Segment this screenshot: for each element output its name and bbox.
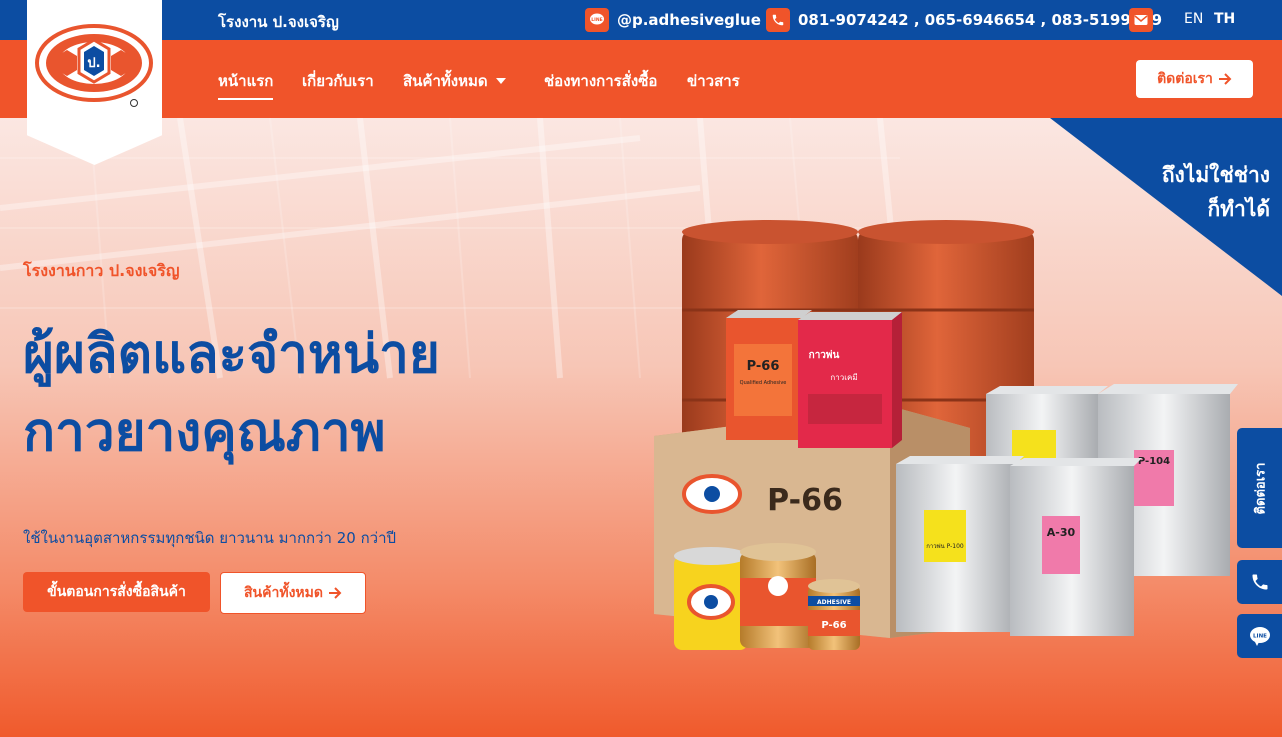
nav-order-channels[interactable]: ช่องทางการสั่งซื้อ <box>544 69 657 93</box>
lang-en[interactable]: EN <box>1184 11 1203 27</box>
svg-text:A-30: A-30 <box>1047 526 1076 539</box>
svg-text:กาวพ่น: กาวพ่น <box>809 349 840 361</box>
main-nav: หน้าแรก เกี่ยวกับเรา สินค้าทั้งหมด ช่องท… <box>0 40 1282 118</box>
svg-text:ADHESIVE: ADHESIVE <box>817 599 851 606</box>
hero-section: ถึงไม่ใช่ช่าง ก็ทำได้ โรงงานกาว ป.จงเจริ… <box>0 118 1282 737</box>
svg-text:กาวเคมี: กาวเคมี <box>830 373 857 382</box>
all-products-button[interactable]: สินค้าทั้งหมด <box>220 572 366 614</box>
svg-text:P-66: P-66 <box>767 483 843 518</box>
contact-us-button[interactable]: ติดต่อเรา <box>1136 60 1253 98</box>
can-gold <box>740 543 816 648</box>
phone-contact[interactable]: 081-9074242 , 065-6946654 , 083-5199559 <box>766 8 1162 32</box>
hero-headline: ผู้ผลิตและจำหน่าย กาวยางคุณภาพ <box>23 324 440 463</box>
nav-home[interactable]: หน้าแรก <box>218 69 274 100</box>
chevron-down-icon <box>495 78 506 84</box>
svg-text:P-104: P-104 <box>1138 456 1170 467</box>
logo[interactable]: ป. <box>27 0 162 165</box>
arrow-right-icon <box>1218 73 1232 85</box>
line-id[interactable]: @p.adhesiveglue <box>617 11 761 29</box>
svg-text:LINE: LINE <box>1253 634 1267 640</box>
svg-text:Qualified Adhesive: Qualified Adhesive <box>740 380 787 386</box>
factory-name: โรงงาน ป.จงเจริญ <box>218 13 339 31</box>
product-image: P-66 P-66 Qualified Adhesive กาวพ่น กาวเ… <box>654 220 1238 650</box>
line-contact[interactable]: LINE @p.adhesiveglue <box>585 8 761 32</box>
svg-text:ป.: ป. <box>87 56 100 71</box>
silver-tin-front-left: กาวพ่น P-100 <box>896 456 1024 632</box>
side-phone-button[interactable] <box>1237 560 1282 604</box>
top-bar: โรงงาน ป.จงเจริญ LINE @p.adhesiveglue 08… <box>0 0 1282 40</box>
svg-text:LINE: LINE <box>591 17 602 23</box>
side-contact-tab[interactable]: ติดต่อเรา <box>1237 428 1282 548</box>
hero-eyebrow: โรงงานกาว ป.จงเจริญ <box>23 261 180 280</box>
line-icon: LINE <box>1249 627 1270 646</box>
slogan-text: ถึงไม่ใช่ช่าง ก็ทำได้ <box>1161 163 1270 221</box>
svg-text:P-66: P-66 <box>821 620 846 631</box>
nav-products[interactable]: สินค้าทั้งหมด <box>403 69 506 93</box>
order-steps-button[interactable]: ขั้นตอนการสั่งซื้อสินค้า <box>23 572 210 612</box>
nav-news[interactable]: ข่าวสาร <box>687 69 740 93</box>
brand-logo-icon: ป. <box>35 24 153 107</box>
tin-spray-glue: กาวพ่น กาวเคมี <box>798 312 902 448</box>
can-yellow <box>674 547 748 650</box>
email-icon <box>1129 8 1153 32</box>
email-contact[interactable] <box>1129 8 1153 32</box>
can-adhesive: ADHESIVE P-66 <box>808 579 860 650</box>
lang-th[interactable]: TH <box>1214 11 1235 27</box>
nav-about[interactable]: เกี่ยวกับเรา <box>302 69 374 93</box>
silver-tin-front-right: A-30 <box>1010 458 1142 636</box>
phone-numbers[interactable]: 081-9074242 , 065-6946654 , 083-5199559 <box>798 11 1162 29</box>
side-line-button[interactable]: LINE <box>1237 614 1282 658</box>
svg-text:P-66: P-66 <box>747 359 780 374</box>
hero-subline: ใช้ในงานอุตสาหกรรมทุกชนิด ยาวนาน มากกว่า… <box>23 529 397 547</box>
arrow-right-icon <box>328 587 342 599</box>
phone-icon <box>1252 574 1267 590</box>
line-icon: LINE <box>585 8 609 32</box>
svg-text:กาวพ่น P-100: กาวพ่น P-100 <box>926 543 964 550</box>
phone-icon <box>766 8 790 32</box>
